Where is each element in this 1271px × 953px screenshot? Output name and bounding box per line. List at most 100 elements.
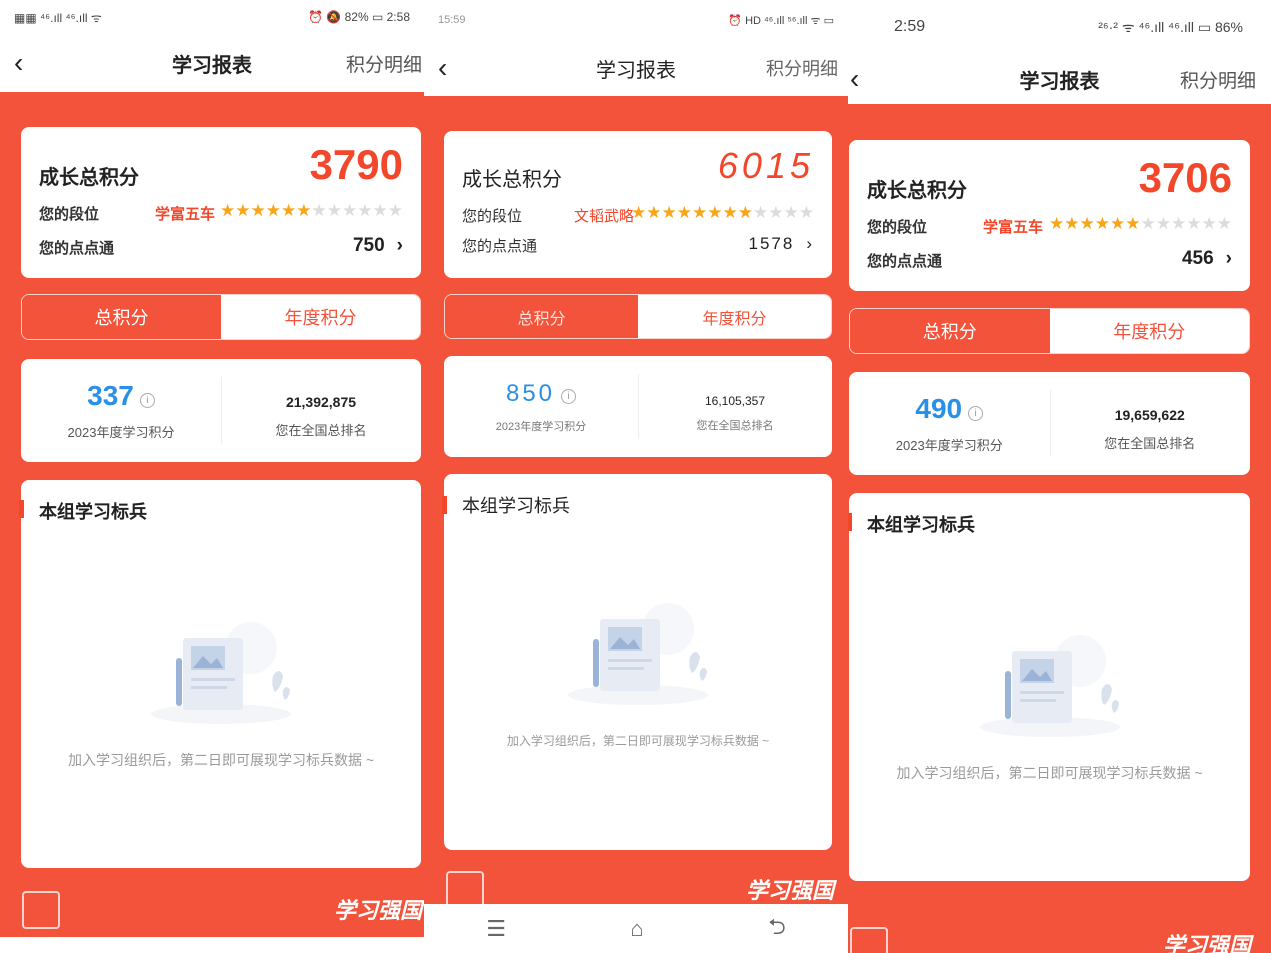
tab-total-score[interactable]: 总积分 bbox=[22, 295, 221, 339]
rank-stars: ★★★★★★★★★★★★ bbox=[220, 201, 403, 221]
star-filled-icon: ★ bbox=[661, 203, 677, 222]
group-title: 本组学习标兵 bbox=[462, 496, 570, 516]
info-icon[interactable]: i bbox=[561, 388, 577, 404]
star-filled-icon: ★ bbox=[250, 201, 266, 220]
star-filled-icon: ★ bbox=[631, 203, 647, 222]
star-empty-icon: ★ bbox=[372, 201, 388, 220]
points-value: 456 › bbox=[1181, 248, 1232, 269]
tab-total-score[interactable]: 总积分 bbox=[850, 309, 1050, 353]
total-score-label: 成长总积分 bbox=[867, 180, 967, 202]
group-title: 本组学习标兵 bbox=[867, 515, 975, 535]
total-score-label: 成长总积分 bbox=[39, 167, 139, 189]
star-empty-icon: ★ bbox=[357, 201, 373, 220]
points-detail-link[interactable]: 积分明细 bbox=[766, 55, 838, 81]
chevron-right-icon: › bbox=[396, 235, 403, 256]
summary-card: 成长总积分 6015 您的段位 文韬武略 ★★★★★★★★★★★★ 您的点点通 … bbox=[444, 131, 832, 278]
points-detail-link[interactable]: 积分明细 bbox=[1180, 66, 1256, 93]
national-rank-block: 16,105,357 您在全国总排名 bbox=[638, 356, 832, 457]
total-score-value: 3706 bbox=[1138, 154, 1232, 201]
star-filled-icon: ★ bbox=[220, 201, 236, 220]
xuexi-qiangguo-logo: 学习强国 bbox=[1162, 933, 1251, 953]
star-empty-icon: ★ bbox=[783, 203, 799, 222]
empty-document-icon bbox=[151, 622, 291, 724]
national-rank-value: 16,105,357 bbox=[704, 393, 766, 408]
seal-logo bbox=[850, 927, 888, 953]
star-empty-icon: ★ bbox=[311, 201, 327, 220]
total-score-value: 3790 bbox=[309, 141, 403, 188]
score-tabs: 总积分 年度积分 bbox=[849, 308, 1250, 354]
info-icon[interactable]: i bbox=[139, 393, 155, 409]
annual-points-caption: 2023年度学习积分 bbox=[67, 425, 175, 440]
back-icon[interactable]: ‹ bbox=[438, 54, 447, 82]
national-rank-caption: 您在全国总排名 bbox=[275, 423, 367, 438]
status-left: ▦▦ ⁴⁶.ıll ⁴⁶.ıll ᯤ bbox=[14, 10, 102, 25]
annual-points-caption: 2023年度学习积分 bbox=[895, 438, 1003, 453]
back-icon[interactable]: ‹ bbox=[850, 65, 859, 93]
empty-state-text: 加入学习组织后，第二日即可展现学习标兵数据 ~ bbox=[896, 765, 1203, 781]
tab-annual-score[interactable]: 年度积分 bbox=[1049, 309, 1249, 353]
star-empty-icon: ★ bbox=[798, 203, 814, 222]
annual-points-block: 337 i 2023年度学习积分 bbox=[21, 359, 221, 462]
status-right: ²⁶·² ᯤ ⁴⁶.ıll ⁴⁶.ıll ▭ 86% bbox=[1098, 18, 1243, 35]
national-rank-value: 21,392,875 bbox=[285, 394, 357, 410]
star-empty-icon: ★ bbox=[753, 203, 769, 222]
points-detail-link[interactable]: 积分明细 bbox=[346, 50, 422, 77]
back-nav-icon[interactable]: ⮌ bbox=[768, 910, 786, 948]
status-right: ⏰ HD ⁴⁶.ıll ⁵⁶.ıll ᯤ ▭ bbox=[728, 14, 834, 27]
star-filled-icon: ★ bbox=[265, 201, 281, 220]
annual-points-value: 490 bbox=[915, 393, 963, 424]
star-empty-icon: ★ bbox=[768, 203, 784, 222]
star-filled-icon: ★ bbox=[737, 203, 753, 222]
star-filled-icon: ★ bbox=[296, 201, 312, 220]
points-label: 您的点点通 bbox=[39, 240, 115, 257]
status-left: 2:59 bbox=[894, 18, 926, 35]
star-filled-icon: ★ bbox=[1125, 214, 1141, 233]
star-filled-icon: ★ bbox=[722, 203, 738, 222]
nav-bar: ‹ 学习报表 积分明细 bbox=[0, 34, 424, 92]
status-bar: ▦▦ ⁴⁶.ıll ⁴⁶.ıll ᯤ ⏰ 🔕 82% ▭ 2:58 bbox=[0, 0, 424, 34]
star-empty-icon: ★ bbox=[1140, 214, 1156, 233]
section-marker bbox=[442, 496, 447, 514]
rank-row: 您的段位 学富五车 ★★★★★★★★★★★★ bbox=[867, 214, 1232, 236]
menu-icon[interactable]: ☰ bbox=[486, 916, 506, 942]
star-empty-icon: ★ bbox=[1186, 214, 1202, 233]
points-row[interactable]: 您的点点通 1578 › bbox=[462, 234, 814, 255]
chevron-right-icon: › bbox=[806, 234, 814, 253]
nav-bar: ‹ 学习报表 积分明细 bbox=[424, 40, 848, 96]
system-nav-bar bbox=[0, 937, 424, 953]
star-filled-icon: ★ bbox=[676, 203, 692, 222]
rank-stars: ★★★★★★★★★★★★ bbox=[1049, 214, 1232, 234]
points-value: 1578 › bbox=[748, 234, 814, 253]
points-value: 750 › bbox=[352, 235, 403, 256]
annual-points-value: 850 bbox=[505, 379, 556, 407]
rank-label: 您的段位 bbox=[39, 206, 100, 223]
empty-state-text: 加入学习组织后，第二日即可展现学习标兵数据 ~ bbox=[506, 734, 770, 748]
screenshot-panel-2: 15:59 ⏰ HD ⁴⁶.ıll ⁵⁶.ıll ᯤ ▭ ‹ 学习报表 积分明细… bbox=[424, 0, 848, 953]
stats-card: 490 i 2023年度学习积分 19,659,622 您在全国总排名 bbox=[849, 372, 1250, 475]
star-filled-icon: ★ bbox=[281, 201, 297, 220]
tab-total-score[interactable]: 总积分 bbox=[445, 295, 638, 338]
points-row[interactable]: 您的点点通 456 › bbox=[867, 248, 1232, 270]
rank-label: 您的段位 bbox=[867, 219, 928, 236]
stats-card: 850 i 2023年度学习积分 16,105,357 您在全国总排名 bbox=[444, 356, 832, 457]
star-empty-icon: ★ bbox=[1216, 214, 1232, 233]
annual-points-block: 490 i 2023年度学习积分 bbox=[849, 372, 1050, 475]
points-row[interactable]: 您的点点通 750 › bbox=[39, 235, 403, 257]
star-filled-icon: ★ bbox=[707, 203, 723, 222]
status-right: ⏰ 🔕 82% ▭ 2:58 bbox=[308, 10, 410, 24]
info-icon[interactable]: i bbox=[968, 406, 984, 422]
tab-annual-score[interactable]: 年度积分 bbox=[638, 295, 831, 338]
back-icon[interactable]: ‹ bbox=[14, 49, 23, 77]
group-card: 本组学习标兵 加入学习组织后，第二日即可展现学习标兵数据 ~ bbox=[848, 493, 1250, 881]
points-label: 您的点点通 bbox=[867, 253, 943, 270]
star-empty-icon: ★ bbox=[1155, 214, 1171, 233]
status-bar: 2:59 ²⁶·² ᯤ ⁴⁶.ıll ⁴⁶.ıll ▭ 86% bbox=[848, 0, 1271, 54]
rank-stars: ★★★★★★★★★★★★ bbox=[631, 203, 814, 223]
star-empty-icon: ★ bbox=[1201, 214, 1217, 233]
group-title: 本组学习标兵 bbox=[39, 502, 147, 522]
annual-points-block: 850 i 2023年度学习积分 bbox=[444, 356, 638, 457]
home-icon[interactable]: ⌂ bbox=[630, 916, 643, 942]
summary-card: 成长总积分 3706 您的段位 学富五车 ★★★★★★★★★★★★ 您的点点通 … bbox=[849, 140, 1250, 291]
tab-annual-score[interactable]: 年度积分 bbox=[221, 295, 420, 339]
system-nav-bar: ☰ ⌂ ⮌ bbox=[424, 904, 848, 953]
